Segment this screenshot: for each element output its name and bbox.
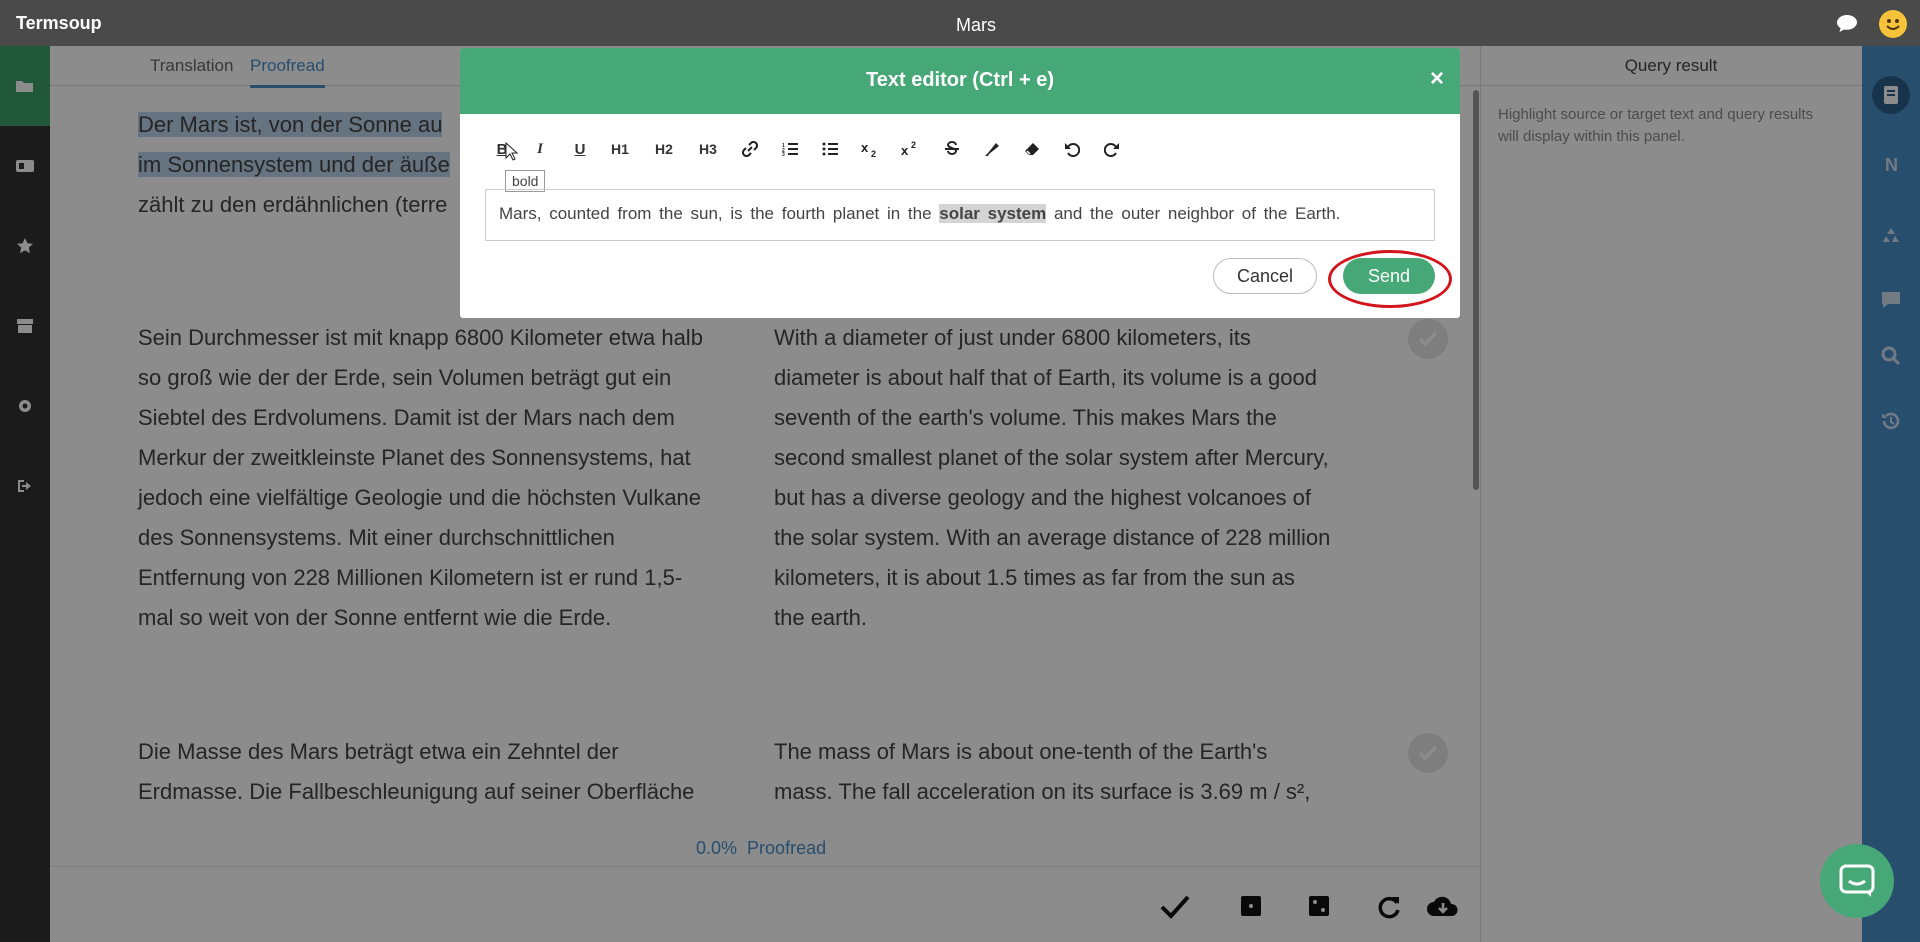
- cancel-button[interactable]: Cancel: [1213, 258, 1317, 294]
- close-icon[interactable]: ×: [1430, 65, 1444, 93]
- editor-text: Mars, counted from the sun, is the fourt…: [499, 204, 940, 223]
- highlighter-icon[interactable]: [978, 134, 1006, 164]
- modal-title: Text editor (Ctrl + e): [866, 69, 1054, 91]
- strikethrough-icon[interactable]: [938, 134, 966, 164]
- link-icon[interactable]: [736, 134, 764, 164]
- user-avatar[interactable]: [1879, 10, 1907, 38]
- mouse-cursor-icon: [505, 142, 519, 161]
- h3-button[interactable]: H3: [692, 134, 724, 164]
- modal-header: Text editor (Ctrl + e) ×: [460, 48, 1460, 114]
- h1-button[interactable]: H1: [604, 134, 636, 164]
- text-editor-modal: Text editor (Ctrl + e) × B I U H1 H2 H3 …: [460, 48, 1460, 318]
- chat-bubble-icon: [1839, 864, 1875, 897]
- undo-icon[interactable]: [1058, 134, 1086, 164]
- svg-text:2: 2: [871, 149, 876, 158]
- chat-icon[interactable]: [1836, 13, 1858, 33]
- h2-button[interactable]: H2: [648, 134, 680, 164]
- svg-text:3: 3: [782, 152, 785, 156]
- eraser-icon[interactable]: [1018, 134, 1046, 164]
- document-title: Mars: [956, 15, 996, 35]
- svg-text:x: x: [901, 143, 909, 158]
- redo-icon[interactable]: [1098, 134, 1126, 164]
- text-editor-area[interactable]: Mars, counted from the sun, is the fourt…: [485, 189, 1435, 241]
- editor-text: and the outer neighbor of the Earth.: [1046, 204, 1341, 223]
- selected-text: solar system: [939, 204, 1047, 223]
- svg-text:2: 2: [911, 140, 916, 150]
- send-button-highlight-ring: [1328, 250, 1452, 308]
- ordered-list-icon[interactable]: 123: [776, 134, 804, 164]
- underline-button[interactable]: U: [566, 134, 594, 164]
- bullet-list-icon[interactable]: [816, 134, 844, 164]
- svg-text:x: x: [861, 140, 869, 155]
- superscript-icon[interactable]: x2: [896, 134, 926, 164]
- italic-button[interactable]: I: [526, 134, 554, 164]
- top-bar: Termsoup Mars: [0, 0, 1920, 46]
- support-chat-button[interactable]: [1820, 844, 1894, 918]
- subscript-icon[interactable]: x2: [856, 134, 886, 164]
- smiley-icon: [1886, 19, 1900, 30]
